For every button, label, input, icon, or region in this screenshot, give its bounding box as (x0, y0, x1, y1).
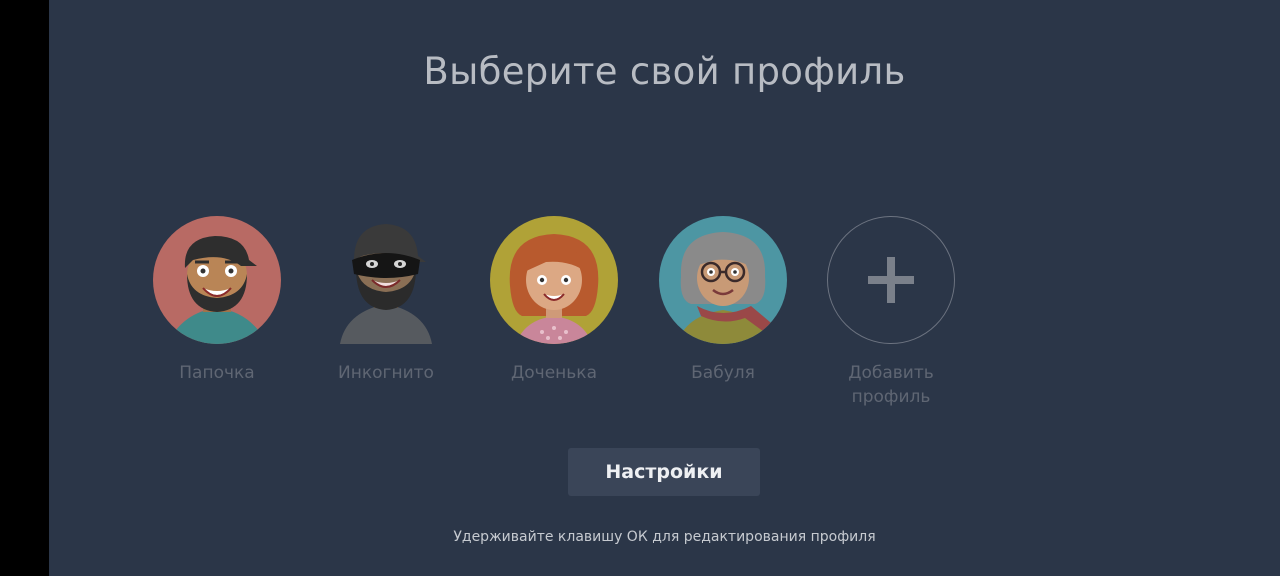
profile-name: Доченька (510, 363, 597, 383)
profile-grandma[interactable]: Бабуля (638, 216, 808, 385)
page-title: Выберите свой профиль (423, 50, 906, 93)
profile-name: Бабуля (691, 363, 755, 383)
left-edge-bar (0, 0, 49, 576)
profile-name: Инкогнито (338, 363, 434, 383)
edit-hint: Удерживайте клавишу ОК для редактировани… (453, 529, 876, 545)
incognito-avatar (322, 216, 450, 344)
daughter-avatar (490, 216, 618, 344)
profile-daughter[interactable]: Доченька (469, 216, 639, 385)
profile-incognito[interactable]: Инкогнито (301, 216, 471, 385)
profile-father[interactable]: Папочка (132, 216, 302, 385)
add-profile-circle (827, 216, 955, 344)
add-profile[interactable]: Добавить профиль (806, 216, 976, 409)
grandma-avatar (659, 216, 787, 344)
add-profile-label-line1: Добавить (848, 363, 934, 383)
father-avatar (153, 216, 281, 344)
profile-name: Папочка (179, 363, 255, 383)
add-profile-label-line2: профиль (851, 387, 931, 407)
settings-button[interactable]: Настройки (568, 448, 760, 496)
plus-icon (868, 257, 914, 303)
add-profile-label: Добавить профиль (806, 361, 976, 409)
